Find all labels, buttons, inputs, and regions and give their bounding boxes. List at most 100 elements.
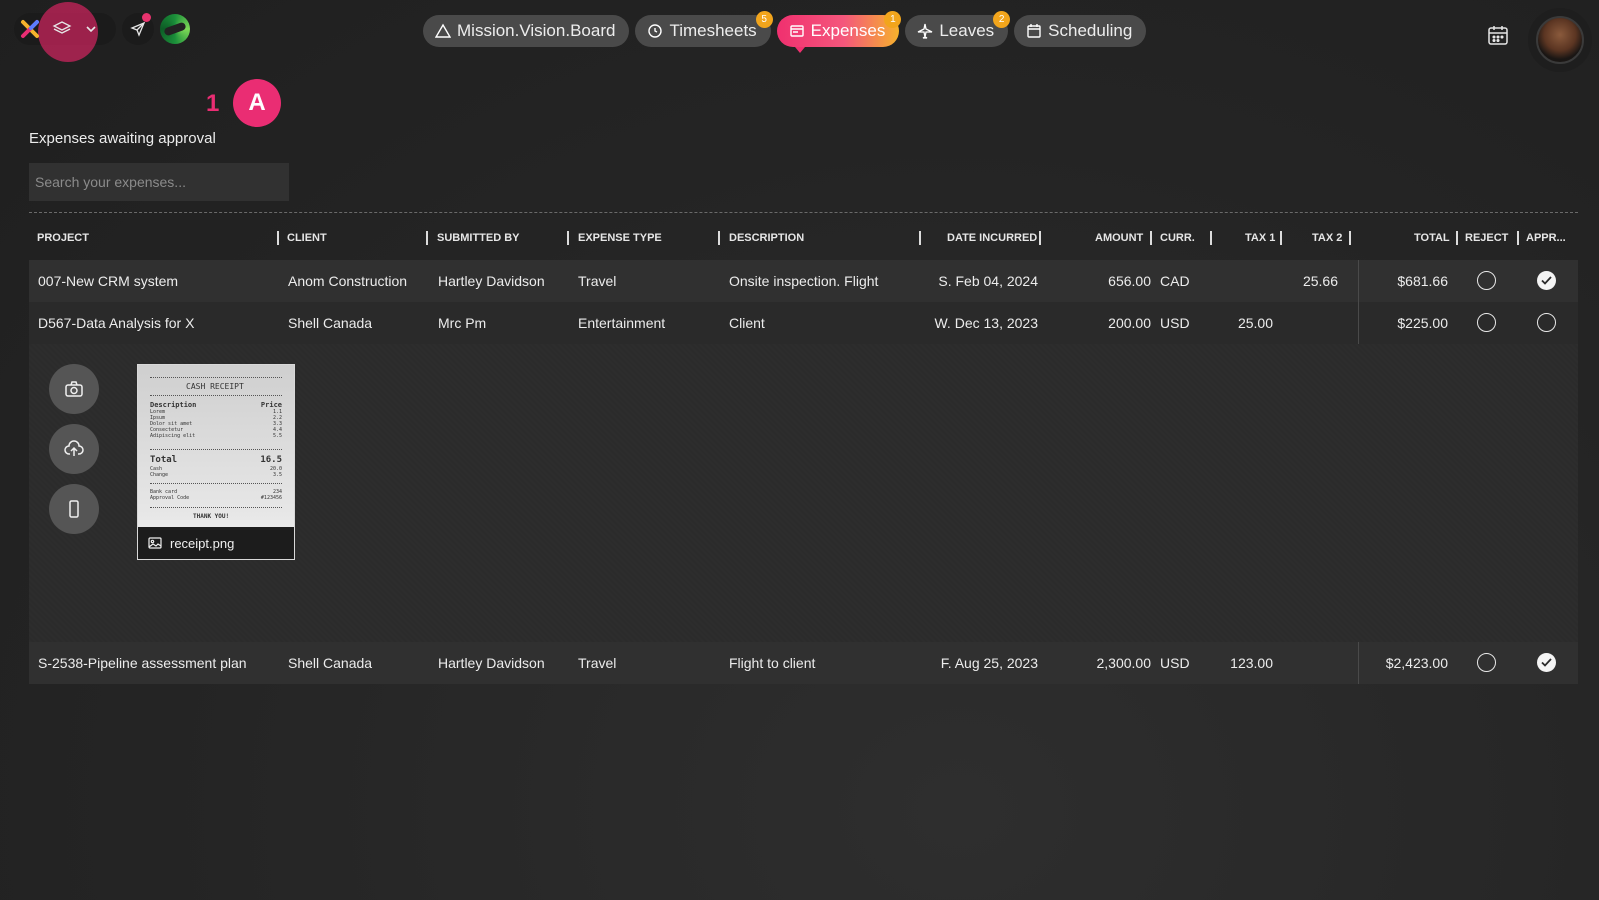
tab-expenses[interactable]: Expenses 1 <box>776 11 902 53</box>
table-row[interactable]: 007-New CRM system Anom Construction Har… <box>29 260 1578 302</box>
notification-dot <box>142 13 151 22</box>
column-divider[interactable] <box>1210 231 1212 245</box>
table-row[interactable]: S-2538-Pipeline assessment plan Shell Ca… <box>29 642 1578 684</box>
column-divider[interactable] <box>567 231 569 245</box>
receipt-divider <box>150 449 282 450</box>
calendar-button-icon[interactable] <box>1487 24 1509 46</box>
main-tabs: Mission.Vision.Board Timesheets 5 Expens… <box>423 11 1147 53</box>
approve-checkmark[interactable] <box>1537 271 1556 290</box>
cell-amount: 2,300.00 <box>1096 655 1152 671</box>
company-logo[interactable] <box>160 14 190 44</box>
cell-submitted-by: Mrc Pm <box>438 315 487 331</box>
cell-submitted-by: Hartley Davidson <box>438 655 545 671</box>
app-logo-icon <box>21 20 39 38</box>
tab-mission-vision-board[interactable]: Mission.Vision.Board <box>423 15 630 47</box>
column-divider[interactable] <box>426 231 428 245</box>
column-divider[interactable] <box>277 231 279 245</box>
reject-radio[interactable] <box>1477 271 1496 290</box>
page-title: Expenses awaiting approval <box>29 130 216 147</box>
column-divider[interactable] <box>1456 231 1458 245</box>
mobile-upload-button[interactable] <box>49 484 99 534</box>
cell-tax1: 25.00 <box>1237 315 1273 331</box>
search-input[interactable] <box>29 163 289 201</box>
layers-icon[interactable] <box>52 19 72 39</box>
col-description[interactable]: DESCRIPTION <box>729 232 804 244</box>
cell-project: S-2538-Pipeline assessment plan <box>38 655 247 671</box>
upload-button[interactable] <box>49 424 99 474</box>
cell-total: $2,423.00 <box>1385 655 1448 671</box>
tab-label: Scheduling <box>1048 21 1133 40</box>
tab-scheduling[interactable]: Scheduling <box>1014 15 1147 47</box>
total-divider <box>1358 642 1359 684</box>
user-avatar-button[interactable] <box>1528 8 1592 72</box>
receipt-total-value: 16.5 <box>260 455 282 465</box>
cell-submitted-by: Hartley Davidson <box>438 273 545 289</box>
col-date-incurred[interactable]: DATE INCURRED <box>947 232 1037 244</box>
col-approve[interactable]: APPR... <box>1526 232 1566 244</box>
cell-currency: USD <box>1160 655 1190 671</box>
expenses-table: PROJECT CLIENT SUBMITTED BY EXPENSE TYPE… <box>29 212 1578 684</box>
col-tax1[interactable]: TAX 1 <box>1245 232 1275 244</box>
receipt-approval-value: #123456 <box>260 495 282 501</box>
tab-leaves[interactable]: Leaves 2 <box>905 11 1011 47</box>
column-divider[interactable] <box>1349 231 1351 245</box>
cell-date: S. Feb 04, 2024 <box>938 273 1038 289</box>
col-total[interactable]: TOTAL <box>1414 232 1450 244</box>
take-photo-button[interactable] <box>49 364 99 414</box>
approve-checkmark[interactable] <box>1537 653 1556 672</box>
chevron-down-icon[interactable] <box>84 22 98 36</box>
tab-label: Leaves <box>939 21 995 40</box>
col-project[interactable]: PROJECT <box>37 232 89 244</box>
col-amount[interactable]: AMOUNT <box>1095 232 1143 244</box>
col-client[interactable]: CLIENT <box>287 232 327 244</box>
reject-radio[interactable] <box>1477 653 1496 672</box>
cell-total: $225.00 <box>1397 315 1448 331</box>
column-divider[interactable] <box>1517 231 1519 245</box>
cell-project: D567-Data Analysis for X <box>38 315 195 331</box>
expense-detail-panel: CASH RECEIPT Description Price Lorem 1.1… <box>29 344 1578 642</box>
app-switcher[interactable] <box>14 2 116 62</box>
top-bar: Mission.Vision.Board Timesheets 5 Expens… <box>0 0 1599 72</box>
receipt-attachment[interactable]: CASH RECEIPT Description Price Lorem 1.1… <box>137 364 295 560</box>
attachment-filename[interactable]: receipt.png <box>170 536 234 551</box>
receipt-change-label: Change <box>150 472 169 478</box>
table-header: PROJECT CLIENT SUBMITTED BY EXPENSE TYPE… <box>29 212 1578 260</box>
col-expense-type[interactable]: EXPENSE TYPE <box>578 232 662 244</box>
send-button[interactable] <box>122 13 154 45</box>
receipt-item: Adipiscing elit <box>150 433 196 439</box>
approve-radio[interactable] <box>1537 313 1556 332</box>
cell-description: Onsite inspection. Flight <box>729 273 879 289</box>
cell-total: $681.66 <box>1397 273 1448 289</box>
column-divider[interactable] <box>1150 231 1152 245</box>
app-controls <box>14 2 190 62</box>
tab-label: Mission.Vision.Board <box>457 21 616 40</box>
column-divider[interactable] <box>919 231 921 245</box>
total-divider <box>1358 302 1359 344</box>
camera-icon <box>65 381 83 397</box>
cell-project: 007-New CRM system <box>38 273 179 289</box>
check-icon <box>1541 276 1552 285</box>
col-tax2[interactable]: TAX 2 <box>1312 232 1342 244</box>
cell-description: Client <box>729 315 765 331</box>
cell-client: Anom Construction <box>288 273 408 289</box>
cell-expense-type: Travel <box>578 655 617 671</box>
tab-timesheets[interactable]: Timesheets 5 <box>635 11 773 47</box>
col-submitted-by[interactable]: SUBMITTED BY <box>437 232 520 244</box>
cell-date: F. Aug 25, 2023 <box>940 655 1038 671</box>
col-currency[interactable]: CURR. <box>1160 232 1195 244</box>
receipt-total-label: Total <box>150 455 178 465</box>
column-divider[interactable] <box>718 231 720 245</box>
col-reject[interactable]: REJECT <box>1465 232 1508 244</box>
receipt-header: CASH RECEIPT <box>186 382 244 391</box>
receipt-approval-label: Approval Code <box>150 495 190 501</box>
upload-cloud-icon <box>64 440 84 456</box>
cell-description: Flight to client <box>729 655 816 671</box>
check-icon <box>1541 658 1552 667</box>
column-divider[interactable] <box>1280 231 1282 245</box>
cell-currency: USD <box>1160 315 1190 331</box>
table-row[interactable]: D567-Data Analysis for X Shell Canada Mr… <box>29 302 1578 344</box>
column-divider[interactable] <box>1039 231 1041 245</box>
triangle-alert-icon <box>435 23 451 38</box>
total-divider <box>1358 260 1359 302</box>
reject-radio[interactable] <box>1477 313 1496 332</box>
